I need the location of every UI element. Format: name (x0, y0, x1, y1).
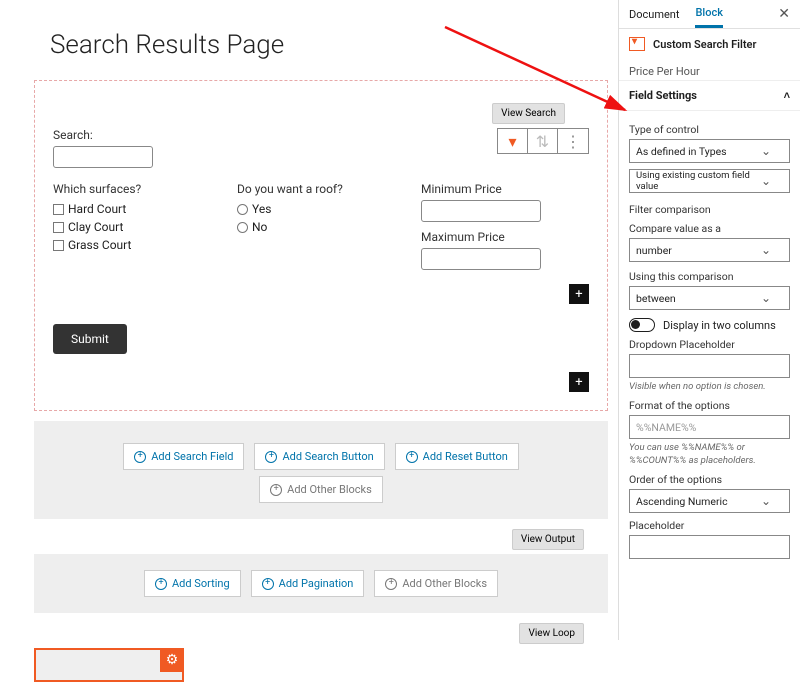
plus-icon: + (265, 451, 277, 463)
output-actions-area: +Add Sorting +Add Pagination +Add Other … (34, 554, 608, 613)
search-field-label: Search: (53, 128, 213, 142)
dropdown-placeholder-help: Visible when no option is chosen. (629, 381, 790, 393)
custom-search-filter-icon (629, 37, 645, 51)
chevron-down-icon: ⌄ (761, 144, 771, 158)
add-sorting-button[interactable]: +Add Sorting (144, 570, 241, 597)
close-icon[interactable]: ✕ (778, 6, 790, 22)
filter-type-icon[interactable]: ▾ (498, 129, 528, 153)
filter-comparison-label: Filter comparison (629, 203, 790, 216)
add-search-field-button[interactable]: +Add Search Field (123, 443, 244, 470)
price-per-hour-label: Price Per Hour (619, 59, 800, 80)
min-price-label: Minimum Price (421, 182, 589, 196)
block-name: Custom Search Filter (653, 38, 756, 51)
field-settings-panel-toggle[interactable]: Field Settings ˄ (619, 80, 800, 111)
search-input[interactable] (53, 146, 153, 168)
plus-icon: + (270, 484, 282, 496)
max-price-input[interactable] (421, 248, 541, 270)
two-columns-label: Display in two columns (663, 319, 776, 332)
two-columns-toggle[interactable] (629, 318, 655, 332)
submit-button[interactable]: Submit (53, 324, 127, 354)
surfaces-option[interactable]: Clay Court (53, 220, 213, 234)
tab-document[interactable]: Document (629, 8, 679, 27)
plus-icon: + (155, 578, 167, 590)
chevron-down-icon: ⌄ (761, 174, 771, 188)
compare-as-label: Compare value as a (629, 222, 790, 235)
using-comparison-label: Using this comparison (629, 270, 790, 283)
compare-as-select[interactable]: number⌄ (629, 238, 790, 262)
type-of-control-select[interactable]: As defined in Types⌄ (629, 139, 790, 163)
type-of-control-label: Type of control (629, 123, 790, 136)
surfaces-option[interactable]: Hard Court (53, 202, 213, 216)
chevron-down-icon: ⌄ (761, 494, 771, 508)
using-comparison-select[interactable]: between⌄ (629, 286, 790, 310)
add-search-button-button[interactable]: +Add Search Button (254, 443, 384, 470)
radio-icon[interactable] (237, 222, 248, 233)
checkbox-icon[interactable] (53, 222, 64, 233)
format-options-input[interactable]: %%NAME%% (629, 415, 790, 439)
checkbox-icon[interactable] (53, 204, 64, 215)
add-reset-button-button[interactable]: +Add Reset Button (395, 443, 519, 470)
dropdown-placeholder-input[interactable] (629, 354, 790, 378)
surfaces-option[interactable]: Grass Court (53, 238, 213, 252)
format-options-label: Format of the options (629, 399, 790, 412)
add-block-button[interactable]: + (569, 372, 589, 392)
editor-canvas: Search Results Page View Search Search: … (0, 0, 618, 640)
plus-icon: + (406, 451, 418, 463)
tab-block[interactable]: Block (695, 6, 722, 28)
chevron-up-icon: ˄ (784, 89, 790, 102)
plus-icon: + (134, 451, 146, 463)
roof-label: Do you want a roof? (237, 182, 397, 196)
order-options-select[interactable]: Ascending Numeric⌄ (629, 489, 790, 513)
plus-icon: + (262, 578, 274, 590)
chevron-down-icon: ⌄ (761, 291, 771, 305)
gear-icon[interactable]: ⚙ (160, 648, 184, 672)
add-pagination-button[interactable]: +Add Pagination (251, 570, 365, 597)
sort-icon[interactable]: ⇅ (528, 129, 558, 153)
more-icon[interactable]: ⋮ (558, 129, 588, 153)
min-price-input[interactable] (421, 200, 541, 222)
dropdown-placeholder-label: Dropdown Placeholder (629, 338, 790, 351)
placeholder-input[interactable] (629, 535, 790, 559)
add-other-blocks-button[interactable]: +Add Other Blocks (374, 570, 498, 597)
chevron-down-icon: ⌄ (761, 243, 771, 257)
roof-option[interactable]: Yes (237, 202, 397, 216)
field-value-source-select[interactable]: Using existing custom field value⌄ (629, 169, 790, 193)
plus-icon: + (385, 578, 397, 590)
selected-loop-block[interactable]: ⚙ (34, 648, 184, 682)
add-block-button[interactable]: + (569, 284, 589, 304)
format-options-help: You can use %%NAME%% or %%COUNT%% as pla… (629, 442, 790, 467)
view-output-button[interactable]: View Output (512, 529, 584, 550)
placeholder-label: Placeholder (629, 519, 790, 532)
search-filter-block: View Search Search: ▾ ⇅ ⋮ Which surfaces… (34, 80, 608, 411)
max-price-label: Maximum Price (421, 230, 589, 244)
radio-icon[interactable] (237, 204, 248, 215)
settings-sidebar: Document Block ✕ Custom Search Filter Pr… (618, 0, 800, 640)
order-options-label: Order of the options (629, 473, 790, 486)
add-other-blocks-button[interactable]: +Add Other Blocks (259, 476, 383, 503)
checkbox-icon[interactable] (53, 240, 64, 251)
view-loop-button[interactable]: View Loop (519, 623, 584, 644)
page-title: Search Results Page (50, 30, 608, 60)
surfaces-label: Which surfaces? (53, 182, 213, 196)
block-toolbar[interactable]: ▾ ⇅ ⋮ (497, 128, 589, 154)
view-search-button[interactable]: View Search (492, 103, 565, 124)
roof-option[interactable]: No (237, 220, 397, 234)
search-actions-area: +Add Search Field +Add Search Button +Ad… (34, 421, 608, 519)
